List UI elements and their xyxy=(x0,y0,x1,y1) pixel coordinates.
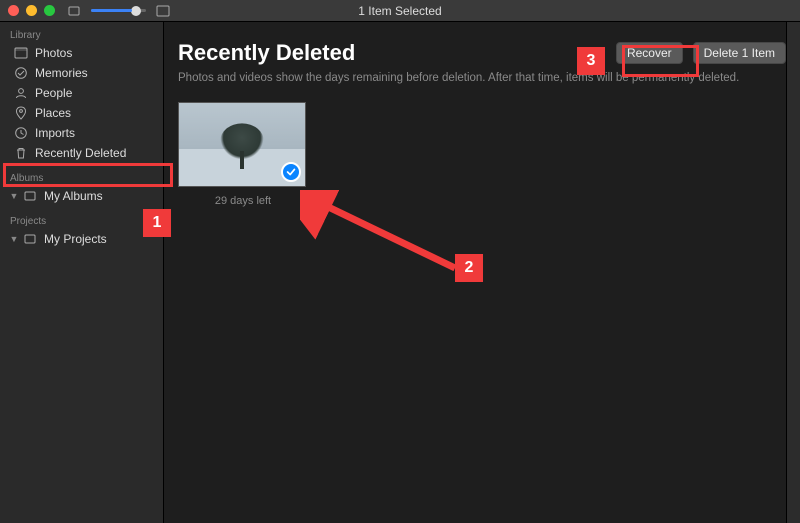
sidebar-item-label: People xyxy=(35,86,72,100)
photo-caption: 29 days left xyxy=(178,195,308,207)
vertical-scrollbar[interactable] xyxy=(786,22,800,523)
sidebar-header-library: Library xyxy=(0,26,163,43)
selected-check-icon xyxy=(281,162,301,182)
sidebar-item-memories[interactable]: Memories xyxy=(0,63,163,83)
sidebar-item-places[interactable]: Places xyxy=(0,103,163,123)
sidebar: Library Photos Memories People Places Im… xyxy=(0,22,164,523)
thumbnail-size-small-icon[interactable] xyxy=(67,4,81,18)
photos-icon xyxy=(14,46,28,60)
zoom-slider[interactable] xyxy=(91,9,146,12)
sidebar-item-recently-deleted[interactable]: Recently Deleted xyxy=(0,143,163,163)
titlebar: 1 Item Selected xyxy=(0,0,800,22)
trash-icon xyxy=(14,146,28,160)
photo-grid: 29 days left xyxy=(178,102,786,207)
page-title: Recently Deleted xyxy=(178,40,355,66)
thumbnail-size-large-icon[interactable] xyxy=(156,4,170,18)
album-icon xyxy=(23,189,37,203)
memories-icon xyxy=(14,66,28,80)
main-content: Recently Deleted Recover Delete 1 Item P… xyxy=(164,22,800,523)
sidebar-item-imports[interactable]: Imports xyxy=(0,123,163,143)
sidebar-item-label: Imports xyxy=(35,126,75,140)
app-body: Library Photos Memories People Places Im… xyxy=(0,22,800,523)
fullscreen-window-icon[interactable] xyxy=(44,5,55,16)
sidebar-item-my-albums[interactable]: ▼ My Albums xyxy=(0,186,163,206)
close-window-icon[interactable] xyxy=(8,5,19,16)
delete-button[interactable]: Delete 1 Item xyxy=(693,42,786,64)
sidebar-item-label: My Albums xyxy=(44,189,103,203)
window-controls xyxy=(8,5,55,16)
sidebar-item-label: Memories xyxy=(35,66,88,80)
project-icon xyxy=(23,232,37,246)
sidebar-item-label: Places xyxy=(35,106,71,120)
sidebar-item-label: My Projects xyxy=(44,232,107,246)
sidebar-item-people[interactable]: People xyxy=(0,83,163,103)
places-icon xyxy=(14,106,28,120)
people-icon xyxy=(14,86,28,100)
disclosure-triangle-icon[interactable]: ▼ xyxy=(10,192,18,200)
sidebar-item-label: Photos xyxy=(35,46,72,60)
sidebar-item-my-projects[interactable]: ▼ My Projects xyxy=(0,229,163,249)
imports-icon xyxy=(14,126,28,140)
minimize-window-icon[interactable] xyxy=(26,5,37,16)
disclosure-triangle-icon[interactable]: ▼ xyxy=(10,235,18,243)
sidebar-header-projects: Projects xyxy=(0,212,163,229)
sidebar-item-label: Recently Deleted xyxy=(35,146,126,160)
photo-item[interactable]: 29 days left xyxy=(178,102,308,207)
sidebar-header-albums: Albums xyxy=(0,169,163,186)
sidebar-item-photos[interactable]: Photos xyxy=(0,43,163,63)
recover-button[interactable]: Recover xyxy=(616,42,683,64)
page-subtitle: Photos and videos show the days remainin… xyxy=(178,72,786,84)
photo-thumbnail[interactable] xyxy=(178,102,306,187)
